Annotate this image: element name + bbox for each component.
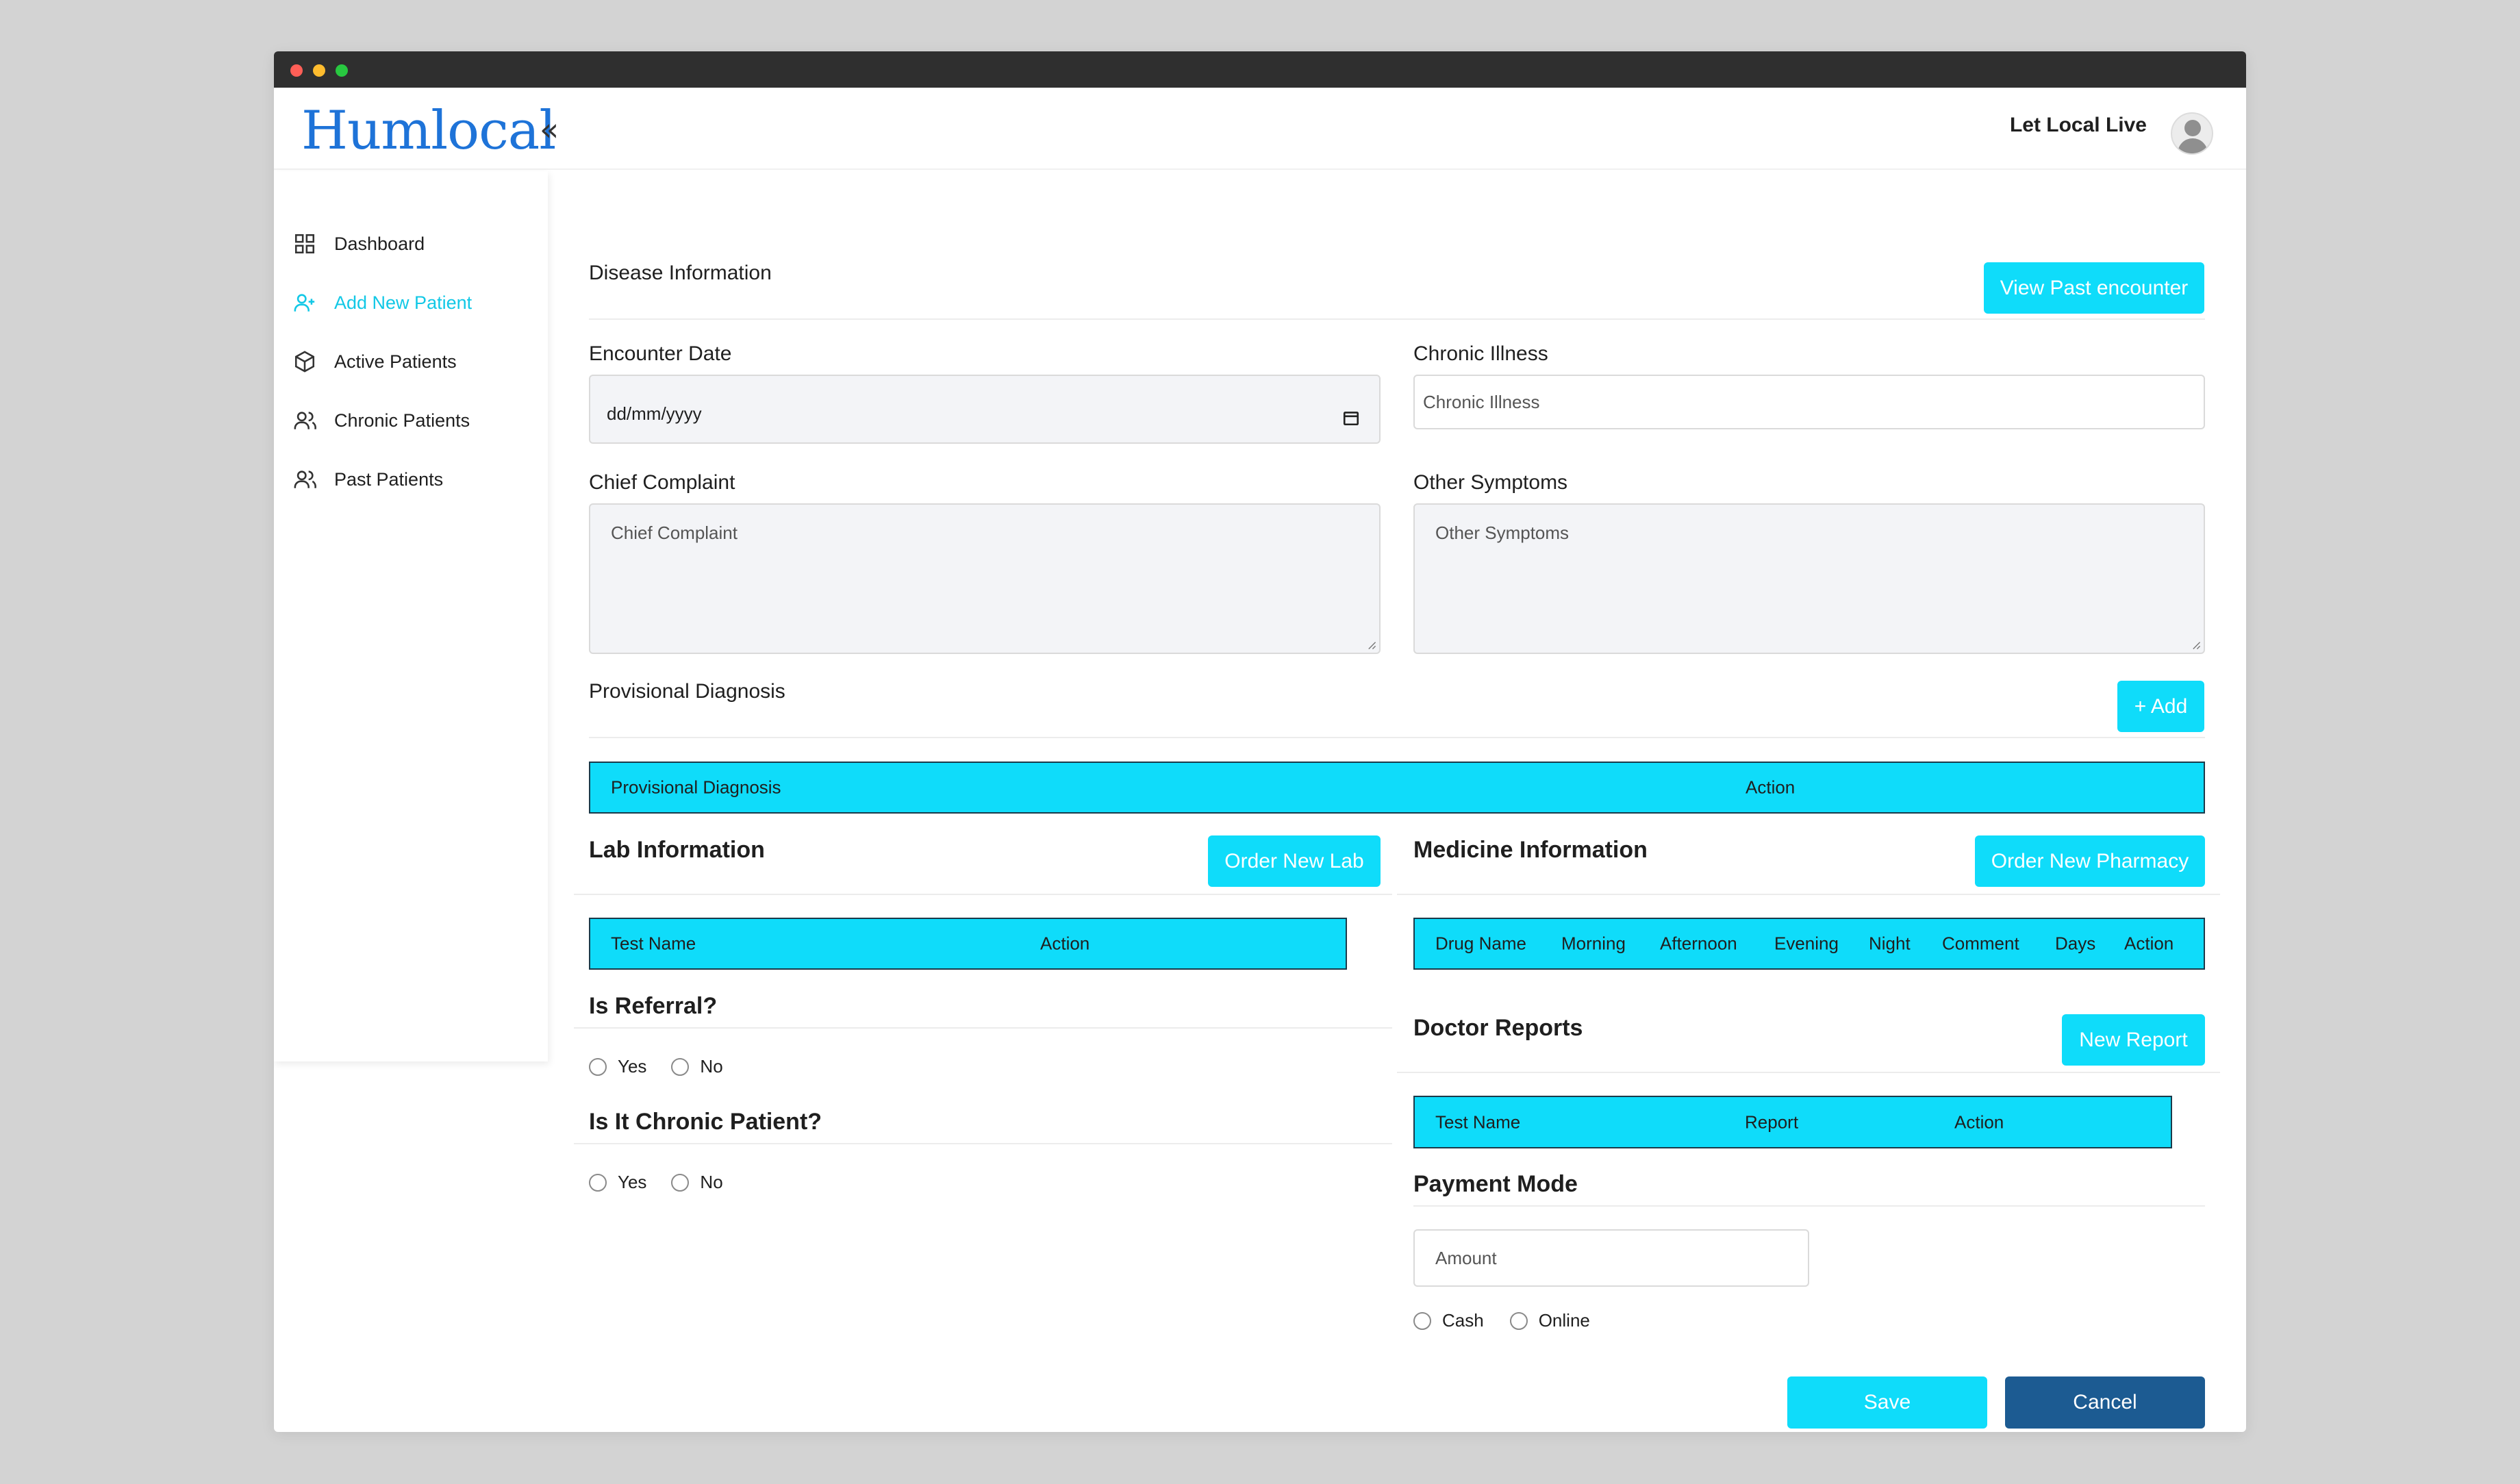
column-header: Provisional Diagnosis [611, 777, 781, 798]
amount-placeholder: Amount [1435, 1247, 1497, 1268]
user-name: Let Local Live [2009, 114, 2147, 136]
referral-no-radio[interactable]: No [671, 1056, 723, 1077]
column-header: Test Name [1435, 1111, 1521, 1132]
window-titlebar [274, 51, 2246, 88]
cancel-button[interactable]: Cancel [2005, 1376, 2205, 1429]
sidebar-item-label: Add New Patient [334, 292, 473, 313]
referral-title: Is Referral? [589, 993, 718, 1019]
payment-mode-title: Payment Mode [1413, 1171, 1578, 1197]
avatar[interactable] [2171, 112, 2213, 155]
column-header: Report [1745, 1111, 1799, 1132]
provisional-diagnosis-title: Provisional Diagnosis [589, 680, 785, 703]
column-header: Days [2055, 933, 2096, 954]
chronic-no-radio[interactable]: No [671, 1172, 723, 1193]
column-header: Action [1746, 777, 1796, 798]
chief-complaint-label: Chief Complaint [589, 471, 735, 494]
disease-info-title: Disease Information [589, 262, 772, 284]
chronic-illness-label: Chronic Illness [1413, 342, 1548, 365]
sidebar-item-active-patients[interactable]: Active Patients [293, 347, 457, 377]
column-header: Action [1954, 1111, 2004, 1132]
sidebar-item-label: Past Patients [334, 468, 444, 490]
doctor-reports-title: Doctor Reports [1413, 1015, 1583, 1041]
column-header: Action [2124, 933, 2174, 954]
column-header: Evening [1774, 933, 1839, 954]
app-window: Humlocal « Let Local Live Dashboard Add … [274, 51, 2246, 1432]
calendar-icon[interactable] [1342, 409, 1360, 427]
box-icon [294, 351, 315, 373]
amount-input[interactable]: Amount [1413, 1229, 1809, 1287]
column-header: Morning [1561, 933, 1626, 954]
collapse-sidebar-icon[interactable]: « [540, 111, 559, 148]
sidebar-item-past-patients[interactable]: Past Patients [293, 464, 443, 494]
new-report-button[interactable]: New Report [2062, 1014, 2205, 1066]
column-header: Night [1869, 933, 1911, 954]
sidebar-item-label: Chronic Patients [334, 410, 470, 431]
sidebar-item-label: Active Patients [334, 351, 457, 372]
online-radio[interactable]: Online [1509, 1310, 1590, 1331]
sidebar-item-label: Dashboard [334, 233, 425, 254]
view-past-encounter-button[interactable]: View Past encounter [1984, 262, 2204, 314]
radio-label: No [700, 1172, 723, 1192]
users-icon [294, 470, 316, 488]
reports-table-header: Test Name Report Action [1413, 1096, 2172, 1148]
order-new-lab-button[interactable]: Order New Lab [1208, 835, 1381, 887]
provisional-diagnosis-table-header: Provisional Diagnosis Action [589, 762, 2205, 814]
chronic-illness-input[interactable]: Chronic Illness [1413, 375, 2205, 429]
column-header: Comment [1942, 933, 2019, 954]
app-logo[interactable]: Humlocal [301, 100, 556, 162]
column-header: Action [1040, 933, 1090, 954]
app-header: Humlocal « Let Local Live [274, 88, 2246, 170]
order-new-pharmacy-button[interactable]: Order New Pharmacy [1975, 835, 2205, 887]
minimize-window-button[interactable] [313, 64, 325, 77]
chronic-patient-title: Is It Chronic Patient? [589, 1109, 822, 1135]
main-content: Disease Information View Past encounter … [548, 171, 2246, 1432]
chronic-illness-placeholder: Chronic Illness [1423, 391, 1540, 412]
payment-radio-group: Cash Online [1413, 1310, 1615, 1331]
close-window-button[interactable] [290, 64, 303, 77]
radio-label: No [700, 1056, 723, 1077]
sidebar: Dashboard Add New Patient Active Patient… [274, 171, 548, 1061]
encounter-date-value: dd/mm/yyyy [607, 403, 702, 424]
sidebar-item-dashboard[interactable]: Dashboard [293, 229, 425, 259]
maximize-window-button[interactable] [336, 64, 348, 77]
encounter-date-input[interactable]: dd/mm/yyyy [589, 375, 1381, 444]
add-diagnosis-button[interactable]: + Add [2117, 681, 2204, 732]
cash-radio[interactable]: Cash [1413, 1310, 1484, 1331]
medicine-table-header: Drug Name Morning Afternoon Evening Nigh… [1413, 918, 2205, 970]
medicine-info-title: Medicine Information [1413, 837, 1648, 863]
resize-handle-icon[interactable] [2191, 640, 2201, 650]
encounter-date-label: Encounter Date [589, 342, 732, 365]
referral-radio-group: Yes No [589, 1056, 748, 1077]
other-symptoms-placeholder: Other Symptoms [1435, 523, 1570, 543]
referral-yes-radio[interactable]: Yes [589, 1056, 646, 1077]
column-header: Drug Name [1435, 933, 1526, 954]
column-header: Afternoon [1660, 933, 1737, 954]
other-symptoms-label: Other Symptoms [1413, 471, 1568, 494]
column-header: Test Name [611, 933, 696, 954]
chief-complaint-placeholder: Chief Complaint [611, 523, 738, 543]
radio-label: Online [1538, 1310, 1590, 1331]
users-icon [294, 412, 316, 429]
other-symptoms-textarea[interactable]: Other Symptoms [1413, 503, 2205, 654]
grid-icon [294, 234, 315, 254]
chronic-yes-radio[interactable]: Yes [589, 1172, 646, 1193]
save-button[interactable]: Save [1787, 1376, 1987, 1429]
chief-complaint-textarea[interactable]: Chief Complaint [589, 503, 1381, 654]
user-plus-icon [294, 294, 315, 312]
radio-label: Yes [618, 1172, 647, 1192]
lab-info-title: Lab Information [589, 837, 765, 863]
resize-handle-icon[interactable] [1367, 640, 1376, 650]
lab-table-header: Test Name Action [589, 918, 1347, 970]
sidebar-item-chronic-patients[interactable]: Chronic Patients [293, 405, 470, 436]
radio-label: Yes [618, 1056, 647, 1077]
chronic-radio-group: Yes No [589, 1172, 748, 1193]
sidebar-item-add-new-patient[interactable]: Add New Patient [293, 288, 472, 318]
radio-label: Cash [1442, 1310, 1484, 1331]
